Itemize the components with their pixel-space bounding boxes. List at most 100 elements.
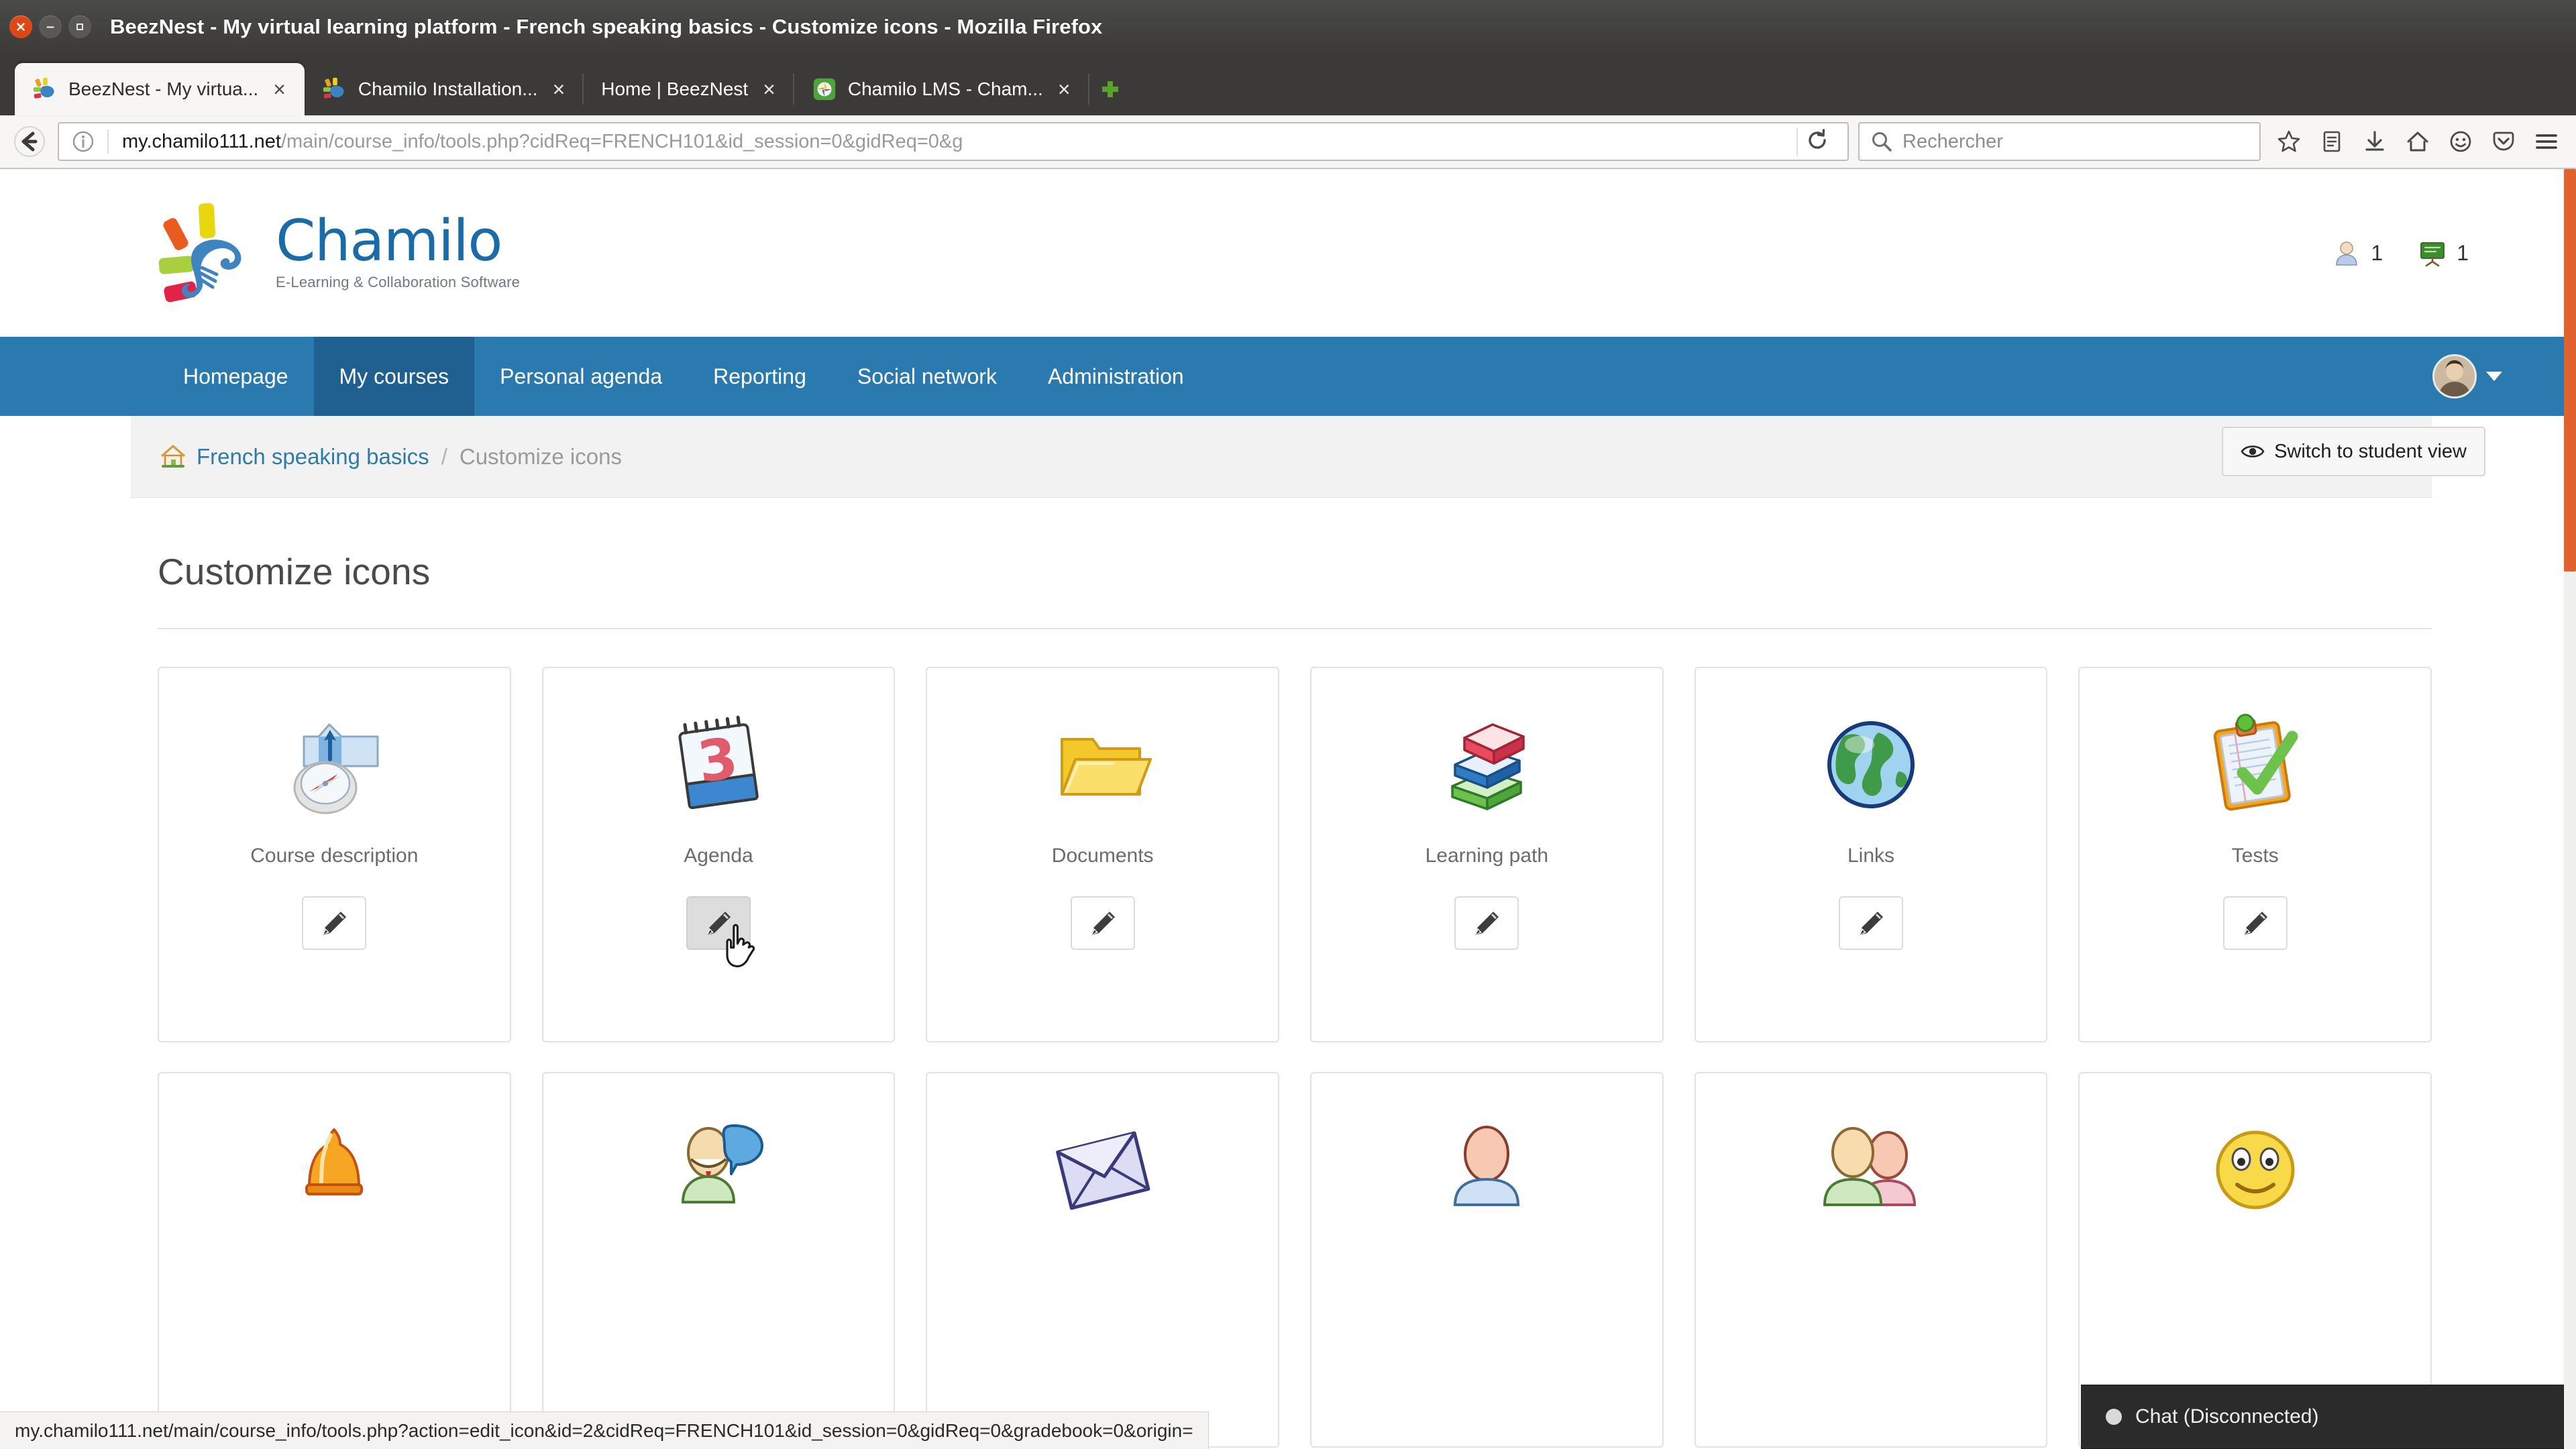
bookmark-button[interactable] (2270, 123, 2308, 160)
home-icon (2404, 127, 2432, 156)
browser-tab-2[interactable]: Home | BeezNest × (584, 63, 794, 115)
edit-pencil-icon (1471, 908, 1502, 938)
compass-map-icon (270, 706, 398, 826)
edit-pencil-icon (1087, 908, 1118, 938)
edit-icon-button-learning-path[interactable] (1454, 896, 1519, 950)
edit-pencil-icon (2240, 908, 2271, 938)
nav-item-administration[interactable]: Administration (1022, 337, 1210, 416)
tool-card-tests[interactable]: Tests (2078, 667, 2432, 1042)
chamilo-square-favicon (812, 76, 837, 102)
eye-icon (2241, 443, 2265, 460)
window-controls (9, 15, 91, 38)
tool-card-forums[interactable] (542, 1072, 896, 1448)
home-button[interactable] (2399, 123, 2436, 160)
tool-card-course-description[interactable]: Course description (158, 667, 511, 1042)
pocket-button[interactable] (2485, 123, 2522, 160)
tool-card-links[interactable]: Links (1695, 667, 2048, 1042)
menu-button[interactable] (2528, 123, 2565, 160)
page-scrollbar[interactable] (2564, 169, 2576, 1449)
calendar-3-icon: 3 (655, 706, 782, 826)
switch-to-student-view-button[interactable]: Switch to student view (2222, 427, 2485, 476)
brand-name: Chamilo (276, 215, 520, 269)
info-icon (71, 129, 95, 154)
browser-toolbar-icons (2270, 123, 2565, 160)
nav-item-reporting[interactable]: Reporting (688, 337, 832, 416)
tool-card-agenda[interactable]: 3 Agenda (542, 667, 896, 1042)
plus-icon (1098, 77, 1122, 101)
back-button[interactable] (11, 123, 48, 160)
nav-item-personal-agenda[interactable]: Personal agenda (474, 337, 688, 416)
url-path: /main/course_info/tools.php?cidReq=FRENC… (281, 131, 963, 152)
reload-button[interactable] (1796, 127, 1841, 156)
person-icon (1423, 1111, 1550, 1232)
browser-tab-close-2[interactable]: × (759, 78, 780, 100)
url-divider (107, 129, 109, 154)
browser-tab-0[interactable]: BeezNest - My virtua... × (15, 63, 305, 115)
status-bar-link-preview: my.chamilo111.net/main/course_info/tools… (0, 1411, 1209, 1449)
download-icon (2361, 127, 2389, 156)
new-tab-button[interactable] (1089, 63, 1131, 115)
feedback-button[interactable] (2442, 123, 2479, 160)
tool-card-grid: Course description (158, 667, 2432, 1042)
browser-tab-label-2: Home | BeezNest (601, 78, 748, 100)
chamilo-logo[interactable]: Chamilo E-Learning & Collaboration Softw… (158, 199, 520, 307)
chamilo-favicon (322, 76, 347, 102)
nav-item-social-network[interactable]: Social network (832, 337, 1022, 416)
browser-tab-close-3[interactable]: × (1054, 78, 1075, 100)
tool-card-label: Agenda (684, 844, 753, 868)
window-close-button[interactable] (9, 15, 32, 38)
edit-pencil-icon (319, 908, 350, 938)
nav-item-homepage[interactable]: Homepage (158, 337, 314, 416)
browser-tab-1[interactable]: Chamilo Installation... × (305, 63, 584, 115)
chat-widget-label: Chat (Disconnected) (2135, 1405, 2318, 1428)
tool-card-documents[interactable]: Documents (926, 667, 1279, 1042)
breadcrumb-course-link[interactable]: French speaking basics (197, 444, 429, 470)
bookmark-star-icon (2275, 127, 2303, 156)
edit-icon-button-agenda[interactable] (686, 896, 751, 950)
page-viewport: Chamilo E-Learning & Collaboration Softw… (0, 169, 2576, 1449)
stacked-books-icon (1423, 706, 1550, 826)
window-minimize-button[interactable] (39, 15, 62, 38)
browser-tab-close-0[interactable]: × (269, 78, 290, 100)
breadcrumb-current: Customize icons (460, 444, 622, 470)
main-content: Customize icons (0, 550, 2576, 1448)
edit-icon-button-tests[interactable] (2223, 896, 2288, 950)
downloads-button[interactable] (2356, 123, 2394, 160)
home-icon[interactable] (159, 443, 187, 471)
url-bar[interactable]: my.chamilo111.net/main/course_info/tools… (58, 122, 1849, 161)
url-text: my.chamilo111.net/main/course_info/tools… (115, 131, 1784, 153)
header-stat-users[interactable]: 1 (2332, 238, 2383, 268)
browser-tab-3[interactable]: Chamilo LMS - Cham... × (794, 63, 1089, 115)
edit-icon-button-links[interactable] (1839, 896, 1903, 950)
reader-view-button[interactable] (2313, 123, 2351, 160)
tool-card-announcements[interactable] (158, 1072, 511, 1448)
smiley-icon (2447, 127, 2475, 156)
window-titlebar: BeezNest - My virtual learning platform … (0, 0, 2576, 54)
tool-card-learning-path[interactable]: Learning path (1310, 667, 1664, 1042)
edit-icon-button-course-description[interactable] (302, 896, 366, 950)
edit-icon-button-documents[interactable] (1071, 896, 1135, 950)
back-icon (13, 125, 46, 158)
nav-item-my-courses[interactable]: My courses (314, 337, 475, 416)
bell-icon (270, 1111, 398, 1232)
pocket-icon (2489, 127, 2518, 156)
tool-card-groups[interactable] (1695, 1072, 2048, 1448)
browser-tab-close-1[interactable]: × (549, 78, 570, 100)
envelope-icon (1039, 1111, 1167, 1232)
site-header: Chamilo E-Learning & Collaboration Softw… (0, 169, 2576, 337)
two-people-icon (1807, 1111, 1935, 1232)
site-info-icon[interactable] (66, 129, 101, 154)
chat-status-dot-icon (2106, 1409, 2122, 1425)
tool-card-users[interactable] (1310, 1072, 1664, 1448)
tool-card-label: Learning path (1426, 844, 1549, 868)
person-speech-bubble-icon (655, 1111, 782, 1232)
page-scrollbar-thumb[interactable] (2564, 169, 2576, 572)
tool-card-dropbox[interactable] (926, 1072, 1279, 1448)
header-stat-courses[interactable]: 1 (2418, 238, 2469, 268)
window-maximize-button[interactable] (68, 15, 91, 38)
search-bar[interactable]: Rechercher (1858, 122, 2261, 161)
user-menu[interactable] (2432, 337, 2576, 416)
brand-text: Chamilo E-Learning & Collaboration Softw… (276, 215, 520, 292)
chat-widget[interactable]: Chat (Disconnected) (2081, 1385, 2564, 1449)
window-title: BeezNest - My virtual learning platform … (110, 15, 1102, 39)
